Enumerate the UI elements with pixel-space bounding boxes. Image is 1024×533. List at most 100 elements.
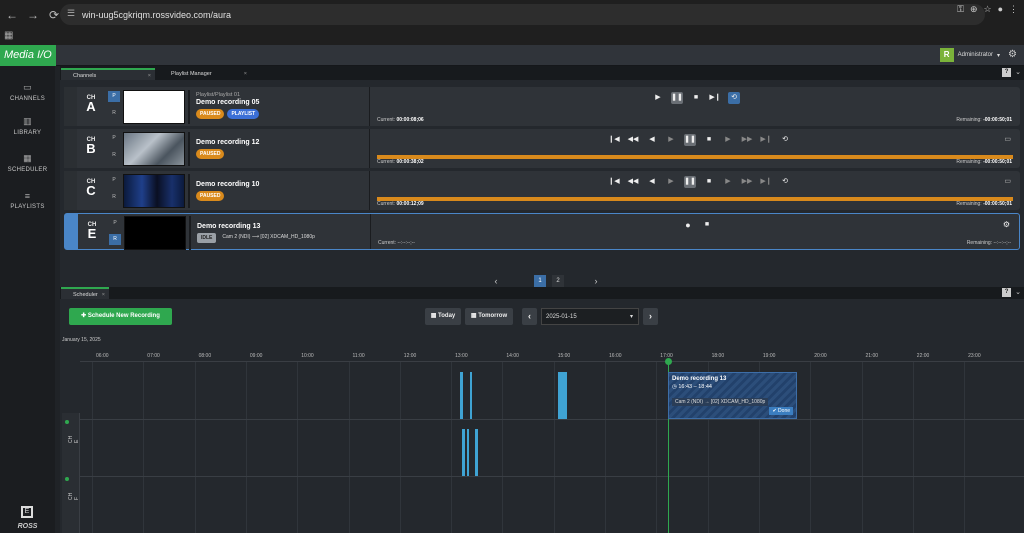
play-icon[interactable]: ▶ (652, 92, 664, 104)
star-icon[interactable]: ☆ (983, 4, 991, 15)
progress-bar[interactable] (377, 197, 1013, 201)
monitor-icon[interactable]: ▭ (1004, 135, 1011, 143)
play-icon[interactable]: ▶ (665, 134, 677, 146)
preview-button[interactable]: P (108, 91, 120, 102)
channel-row-e[interactable]: CH E P R Demo recording 13 IDLE Cam 2 (NDI… (64, 213, 1020, 250)
date-select[interactable]: 2025-01-15 ▾ (541, 308, 639, 325)
scheduled-event[interactable]: Demo recording 13 ◷ 16:43 – 18:44 Cam 2 … (668, 372, 797, 419)
address-bar[interactable]: ☰ win-uug5cgkriqm.rossvideo.com/aura (60, 4, 985, 25)
sidebar-item-scheduler[interactable]: ▦ SCHEDULER (0, 153, 55, 173)
tab-playlist-manager[interactable]: Playlist Manager × (159, 68, 251, 80)
remaining-time: Remaining: -00:00:50;01 (956, 159, 1012, 165)
scheduler-tabs: Scheduler × ? ⌄ (60, 287, 1024, 299)
rewind-fast-icon[interactable]: ◀◀ (627, 176, 639, 188)
recording-block[interactable] (470, 372, 472, 419)
key-icon[interactable]: ⚿ (957, 4, 964, 15)
tab-scheduler[interactable]: Scheduler × (61, 287, 109, 299)
fast-forward-icon[interactable]: ▶▶ (741, 176, 753, 188)
timeline-hours: 06:00 07:00 08:00 09:00 10:00 11:00 12:00 13:00… (80, 350, 1024, 362)
hour-gridline (297, 362, 299, 533)
schedule-new-recording-button[interactable]: ✚ Schedule New Recording (69, 308, 172, 325)
page-button-1[interactable]: 1 (534, 275, 546, 287)
record-button[interactable]: R (109, 234, 121, 245)
chevron-left-icon[interactable]: ‹ (490, 276, 502, 286)
monitor-icon[interactable]: ▭ (1004, 177, 1011, 185)
pause-icon[interactable]: ❚❚ (671, 92, 683, 104)
zoom-icon[interactable]: ⊕ (970, 4, 978, 15)
record-button[interactable]: R (108, 192, 120, 203)
recording-block[interactable] (467, 429, 469, 476)
help-icon[interactable]: ? (1002, 288, 1012, 297)
back-icon[interactable]: ← (3, 6, 21, 24)
channel-row-b[interactable]: CH B P R Demo recording 12 PAUSED ❙◀ ◀◀ ◀… (64, 129, 1020, 168)
sidebar-item-library[interactable]: ▥ LIBRARY (0, 116, 55, 136)
recording-block[interactable] (475, 429, 478, 476)
record-button[interactable]: R (108, 150, 120, 161)
next-day-button[interactable]: › (643, 308, 658, 325)
stop-icon[interactable]: ■ (703, 176, 715, 188)
step-back-icon[interactable]: ◀ (646, 134, 658, 146)
progress-bar[interactable] (377, 155, 1013, 159)
user-name: Administrator (957, 52, 993, 58)
hour-label: 14:00 (506, 353, 519, 359)
recording-block[interactable] (460, 372, 463, 419)
apps-icon[interactable]: ▦ (4, 30, 13, 41)
page-button-2[interactable]: 2 (552, 275, 564, 287)
settings-gear-icon[interactable]: ⚙ (1003, 220, 1010, 229)
loop-icon[interactable]: ⟲ (779, 176, 791, 188)
clock-icon: ◷ (672, 384, 677, 390)
play-icon[interactable]: ▶ (665, 176, 677, 188)
settings-gear-icon[interactable]: ⚙ (1008, 49, 1017, 60)
today-button[interactable]: ▦ Today (425, 308, 461, 325)
date-label: January 15, 2025 (62, 337, 101, 343)
skip-forward-icon[interactable]: ▶❙ (760, 176, 772, 188)
skip-back-icon[interactable]: ❙◀ (608, 134, 620, 146)
loop-icon[interactable]: ⟲ (728, 92, 740, 104)
help-icon[interactable]: ? (1002, 68, 1012, 77)
recording-block[interactable] (462, 429, 465, 476)
chevron-down-icon[interactable]: ⌄ (1015, 68, 1021, 77)
menu-icon[interactable]: ⋮ (1009, 4, 1018, 15)
sidebar-item-channels[interactable]: ▭ CHANNELS (0, 82, 55, 102)
sidebar-item-playlists[interactable]: ≡ PLAYLISTS (0, 191, 55, 210)
tab-channels[interactable]: Channels × (61, 68, 155, 80)
step-forward-icon[interactable]: ▶ (722, 134, 734, 146)
channel-row-c[interactable]: CH C P R Demo recording 10 PAUSED ❙◀ ◀◀ ◀… (64, 171, 1020, 210)
skip-forward-icon[interactable]: ▶❙ (760, 134, 772, 146)
step-forward-icon[interactable]: ▶ (722, 176, 734, 188)
stop-icon[interactable]: ■ (690, 92, 702, 104)
tomorrow-button[interactable]: ▦ Tomorrow (465, 308, 513, 325)
prev-day-button[interactable]: ‹ (522, 308, 537, 325)
preview-button[interactable]: P (108, 175, 120, 186)
media-io-logo[interactable]: Media I/O (0, 45, 56, 66)
loop-icon[interactable]: ⟲ (779, 134, 791, 146)
stop-icon[interactable]: ■ (703, 134, 715, 146)
next-icon[interactable]: ▶❙ (709, 92, 721, 104)
hour-label: 23:00 (968, 353, 981, 359)
forward-icon[interactable]: → (24, 6, 42, 24)
close-icon[interactable]: × (244, 68, 247, 80)
fast-forward-icon[interactable]: ▶▶ (741, 134, 753, 146)
done-badge: ✔ Done (769, 407, 793, 415)
rewind-fast-icon[interactable]: ◀◀ (627, 134, 639, 146)
playlist-badge: PLAYLIST (227, 109, 260, 119)
user-menu[interactable]: R Administrator ▾ (939, 48, 1000, 62)
remaining-time: Remaining: --:--:--;-- (966, 240, 1011, 246)
step-back-icon[interactable]: ◀ (646, 176, 658, 188)
preview-button[interactable]: P (109, 218, 121, 229)
chevron-right-icon[interactable]: › (590, 276, 602, 286)
record-button[interactable]: R (108, 108, 120, 119)
pause-icon[interactable]: ❚❚ (684, 176, 696, 188)
skip-back-icon[interactable]: ❙◀ (608, 176, 620, 188)
stop-icon[interactable]: ■ (701, 219, 713, 231)
record-icon[interactable]: ● (682, 219, 694, 231)
hour-gridline (861, 362, 863, 533)
recording-block[interactable] (558, 372, 567, 419)
profile-icon[interactable]: ● (998, 4, 1003, 15)
channel-thumbnail (123, 174, 185, 208)
site-info-icon[interactable]: ☰ (67, 8, 75, 19)
chevron-down-icon[interactable]: ⌄ (1015, 288, 1021, 297)
channel-row-a[interactable]: CH A P R Playlist/Playlist 01 Demo record… (64, 87, 1020, 126)
preview-button[interactable]: P (108, 133, 120, 144)
pause-icon[interactable]: ❚❚ (684, 134, 696, 146)
